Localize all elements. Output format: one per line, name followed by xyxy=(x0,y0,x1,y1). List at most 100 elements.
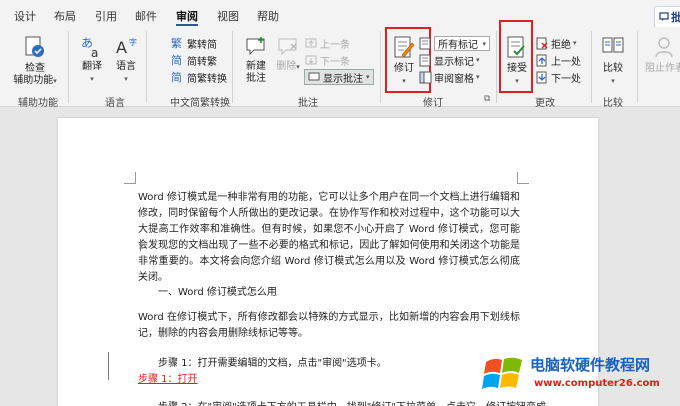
previous-comment-button[interactable]: 上一条 xyxy=(305,35,350,51)
markup-icon xyxy=(419,37,431,49)
share-button[interactable]: 批 xyxy=(654,6,680,28)
ribbon-tabs: 设计 布局 引用 邮件 审阅 视图 帮助 批 xyxy=(0,0,680,28)
svg-text:A: A xyxy=(116,38,127,57)
language-label: 语言 xyxy=(116,61,136,72)
chevron-down-icon: ▾ xyxy=(476,56,480,64)
translate-label: 翻译 xyxy=(82,61,102,72)
check-accessibility-button[interactable]: 检查 辅助功能▾ xyxy=(12,35,58,87)
language-icon: A 字 xyxy=(116,37,137,57)
block-authors-button[interactable]: 阻止作者 xyxy=(642,35,680,75)
section-heading[interactable]: 一、Word 修订模式怎么用 xyxy=(158,283,277,298)
separator xyxy=(68,31,69,103)
share-button-label: 批 xyxy=(671,11,680,24)
page-margin-corner xyxy=(517,172,529,184)
new-comment-icon xyxy=(246,37,265,56)
step-one[interactable]: 步骤 1：打开需要编辑的文档，点击"审阅"选项卡。 xyxy=(158,354,387,369)
traditional-to-simplified-label: 繁转简 xyxy=(187,39,217,51)
ribbon: 检查 辅助功能▾ 辅助功能 あ a 翻译 ▾ A 字 语言 ▾ 语言 繁 繁转简 简… xyxy=(0,20,680,109)
reject-button[interactable]: 拒绝 ▾ xyxy=(536,35,577,51)
previous-comment-icon xyxy=(305,38,317,47)
accept-highlight-box xyxy=(499,20,533,93)
group-label-tracking: 修订 xyxy=(423,98,443,109)
next-comment-button[interactable]: 下一条 xyxy=(305,52,350,68)
intro-paragraph[interactable]: Word 修订模式是一种非常有用的功能，它可以让多个用户在同一个文档上进行编辑和… xyxy=(138,190,520,286)
compare-label: 比较 xyxy=(603,63,623,74)
tab-references[interactable]: 引用 xyxy=(95,8,117,24)
svg-text:字: 字 xyxy=(129,37,137,47)
reject-icon xyxy=(536,37,548,49)
previous-change-label: 上一处 xyxy=(551,56,581,68)
delete-comment-icon xyxy=(278,38,297,56)
next-change-label: 下一处 xyxy=(551,73,581,85)
accessibility-icon xyxy=(25,36,44,57)
translate-icon: あ a xyxy=(81,36,98,59)
page-margin-corner xyxy=(124,172,136,184)
markup-select[interactable]: 所有标记 ▾ xyxy=(434,36,490,51)
separator xyxy=(232,31,233,103)
separator xyxy=(380,31,381,103)
svg-text:a: a xyxy=(91,46,98,59)
watermark-title: 电脑软硬件教程网 xyxy=(530,356,651,374)
group-label-compare: 比较 xyxy=(603,98,623,109)
new-comment-button[interactable]: 新建 批注 xyxy=(240,35,272,85)
tab-design[interactable]: 设计 xyxy=(14,8,36,24)
review-pane-label: 审阅窗格 xyxy=(434,73,474,85)
separator xyxy=(146,31,147,103)
windows-logo-icon xyxy=(482,357,522,389)
dialog-launcher-icon[interactable]: ⧉ xyxy=(484,94,490,104)
next-change-icon xyxy=(536,71,547,83)
svg-text:简: 简 xyxy=(171,70,182,84)
previous-change-icon xyxy=(536,54,547,66)
review-pane-button[interactable]: 审阅窗格 ▾ xyxy=(419,69,480,85)
simplified-to-traditional-icon: 简 xyxy=(171,53,182,67)
tab-layout[interactable]: 布局 xyxy=(54,8,76,24)
watermark-url: www.computer26.com xyxy=(534,378,660,389)
show-comments-button[interactable]: 显示批注 ▾ xyxy=(304,69,374,85)
show-markup-button[interactable]: 显示标记 ▾ xyxy=(419,52,480,68)
show-comments-icon xyxy=(308,72,320,81)
separator xyxy=(496,31,497,103)
next-comment-icon xyxy=(305,55,317,64)
tab-mailings[interactable]: 邮件 xyxy=(135,8,157,24)
next-comment-label: 下一条 xyxy=(320,56,350,68)
chevron-down-icon: ▾ xyxy=(366,73,370,81)
chevron-down-icon: ▾ xyxy=(482,39,486,48)
next-change-button[interactable]: 下一处 xyxy=(536,69,581,85)
tab-help[interactable]: 帮助 xyxy=(257,8,279,24)
tab-view[interactable]: 视图 xyxy=(217,8,239,24)
traditional-to-simplified-button[interactable]: 繁 繁转简 xyxy=(171,35,217,51)
compare-button[interactable]: 比较 ▾ xyxy=(598,35,628,87)
tab-review[interactable]: 审阅 xyxy=(176,8,198,24)
translate-button[interactable]: あ a 翻译 ▾ xyxy=(76,35,108,85)
check-accessibility-label: 检查 辅助功能 xyxy=(13,63,54,86)
body-paragraph[interactable]: Word 在修订模式下，所有修改都会以特殊的方式显示，比如新增的内容会用下划线标… xyxy=(138,310,520,342)
separator xyxy=(591,31,592,103)
chinese-conversion-icon: 简 xyxy=(171,70,182,84)
show-markup-icon xyxy=(419,54,431,66)
chevron-down-icon: ▾ xyxy=(53,77,57,85)
previous-comment-label: 上一条 xyxy=(320,39,350,51)
chinese-conversion-button[interactable]: 简 简繁转换 xyxy=(171,69,227,85)
chevron-down-icon: ▾ xyxy=(296,63,300,71)
comment-icon xyxy=(659,12,669,21)
language-button[interactable]: A 字 语言 ▾ xyxy=(110,35,142,85)
delete-comment-label: 删除 xyxy=(276,61,297,72)
change-bar xyxy=(108,352,109,380)
group-label-language: 语言 xyxy=(105,98,125,109)
traditional-to-simplified-icon: 繁 xyxy=(171,36,182,50)
simplified-to-traditional-button[interactable]: 简 简转繁 xyxy=(171,52,217,68)
group-label-accessibility: 辅助功能 xyxy=(18,98,58,109)
group-label-chinese-conversion: 中文简繁转换 xyxy=(170,98,230,109)
chevron-down-icon: ▾ xyxy=(124,75,128,83)
separator xyxy=(637,31,638,103)
text-cursor xyxy=(140,239,141,251)
show-comments-label: 显示批注 xyxy=(323,73,363,85)
reject-label: 拒绝 xyxy=(551,39,571,51)
active-tab-underline xyxy=(176,24,198,26)
markup-select-value: 所有标记 xyxy=(438,40,478,51)
block-authors-icon xyxy=(655,37,673,58)
delete-comment-button[interactable]: 删除▾ xyxy=(274,35,302,73)
previous-change-button[interactable]: 上一处 xyxy=(536,52,581,68)
tracked-insertion[interactable]: 步骤 1：打开 xyxy=(138,370,198,385)
group-label-changes: 更改 xyxy=(535,98,555,109)
